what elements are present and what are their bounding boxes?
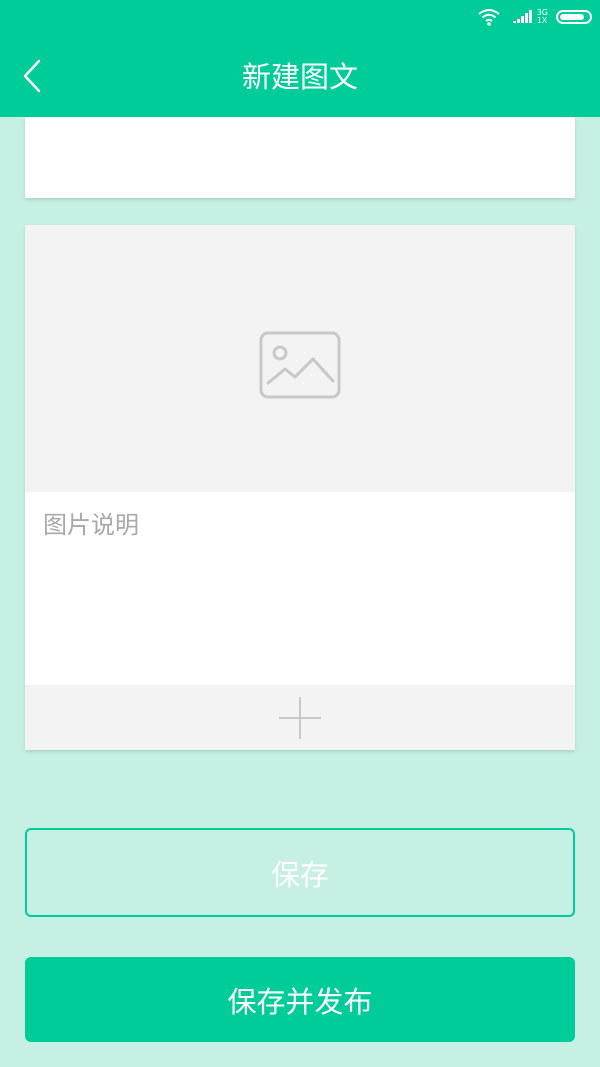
app-header: 3G 1X 新建图文 — [0, 0, 600, 117]
add-item-button[interactable] — [25, 685, 575, 750]
image-text-card: 图片说明 — [25, 225, 575, 750]
network-type: 3G 1X — [537, 9, 548, 25]
wifi-icon — [478, 9, 500, 26]
battery-icon — [556, 10, 592, 24]
save-and-publish-button[interactable]: 保存并发布 — [25, 957, 575, 1042]
signal-icon — [512, 10, 532, 23]
caption-input[interactable]: 图片说明 — [25, 492, 575, 685]
network-type-bottom: 1X — [536, 16, 548, 25]
status-icons: 3G 1X — [477, 7, 592, 27]
text-content-card[interactable] — [25, 117, 575, 198]
page-title: 新建图文 — [241, 60, 358, 94]
save-button[interactable]: 保存 — [25, 828, 575, 917]
caption-placeholder: 图片说明 — [43, 511, 139, 539]
plus-icon — [279, 697, 321, 739]
image-upload-area[interactable] — [25, 225, 575, 492]
battery-level — [560, 14, 584, 20]
status-bar: 3G 1X — [0, 0, 600, 34]
image-icon — [259, 331, 341, 399]
